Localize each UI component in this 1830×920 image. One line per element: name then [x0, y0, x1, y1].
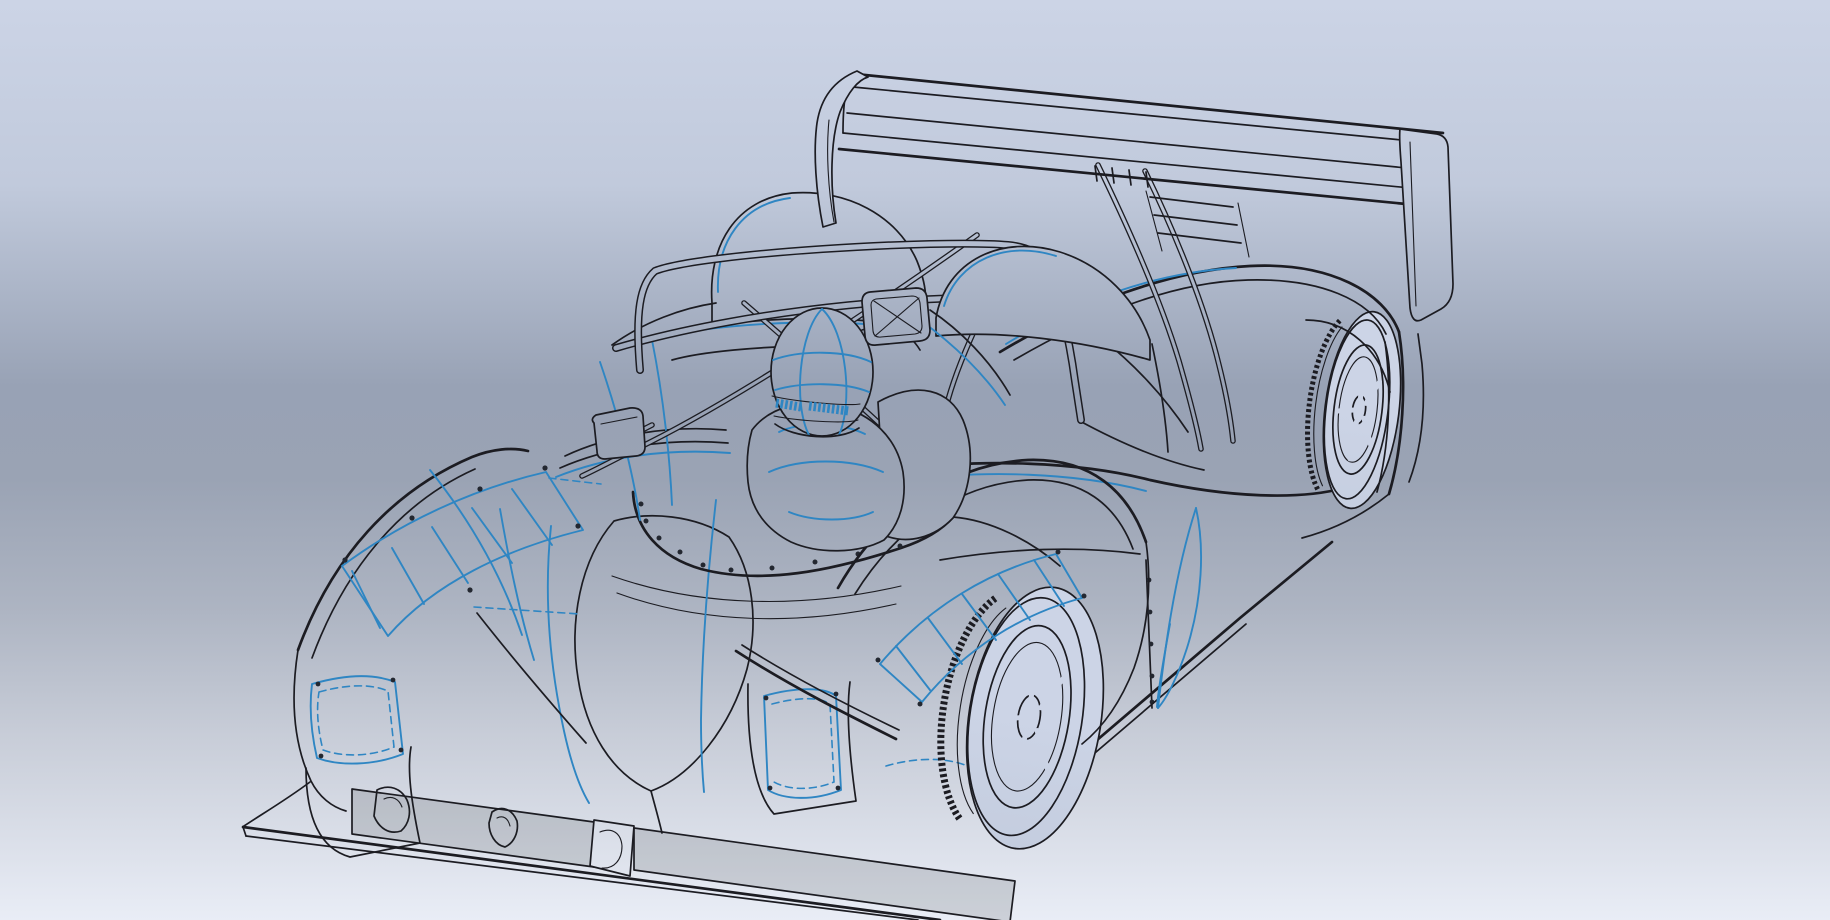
rear-view-mirror [592, 408, 652, 459]
driver-helmet [771, 308, 873, 436]
wireframe-render [0, 0, 1830, 920]
grille-divider [590, 820, 634, 876]
engine-intake-scoop [862, 288, 930, 345]
cad-viewport[interactable] [0, 0, 1830, 920]
